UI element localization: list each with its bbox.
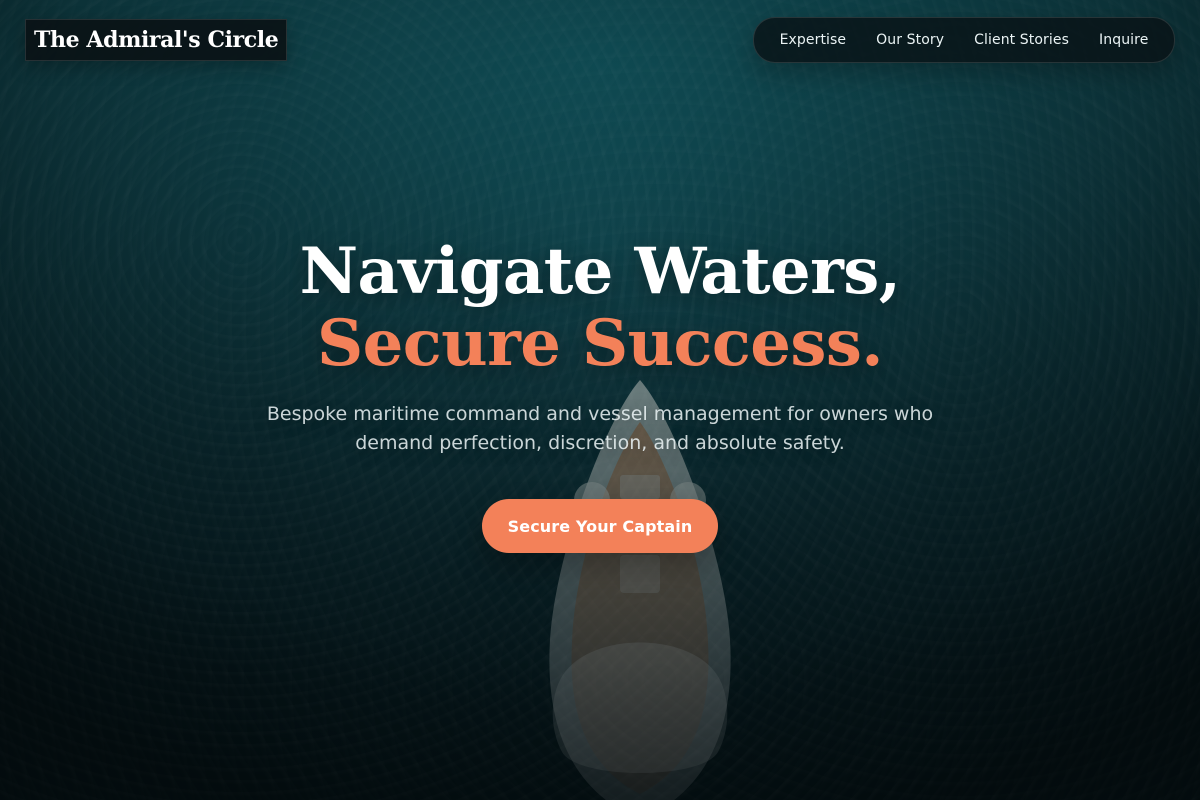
nav-link-our-story[interactable]: Our Story [876,32,944,48]
hero-headline-line-1: Navigate Waters, [299,234,901,309]
nav-link-client-stories[interactable]: Client Stories [974,32,1069,48]
top-header: The Admiral's Circle Expertise Our Story… [0,0,1200,80]
nav-link-expertise[interactable]: Expertise [780,32,847,48]
hero-section: Navigate Waters, Secure Success. Bespoke… [0,240,1200,553]
hero-subheadline: Bespoke maritime command and vessel mana… [266,403,934,454]
brand-logo[interactable]: The Admiral's Circle [25,19,288,61]
hero-headline-line-2: Secure Success. [317,306,884,381]
hero-headline: Navigate Waters, Secure Success. [0,240,1200,376]
primary-nav: Expertise Our Story Client Stories Inqui… [753,17,1175,63]
nav-link-inquire[interactable]: Inquire [1099,32,1148,48]
brand-name: The Admiral's Circle [34,27,279,53]
landing-page: The Admiral's Circle Expertise Our Story… [0,0,1200,800]
secure-your-captain-button[interactable]: Secure Your Captain [482,499,718,553]
